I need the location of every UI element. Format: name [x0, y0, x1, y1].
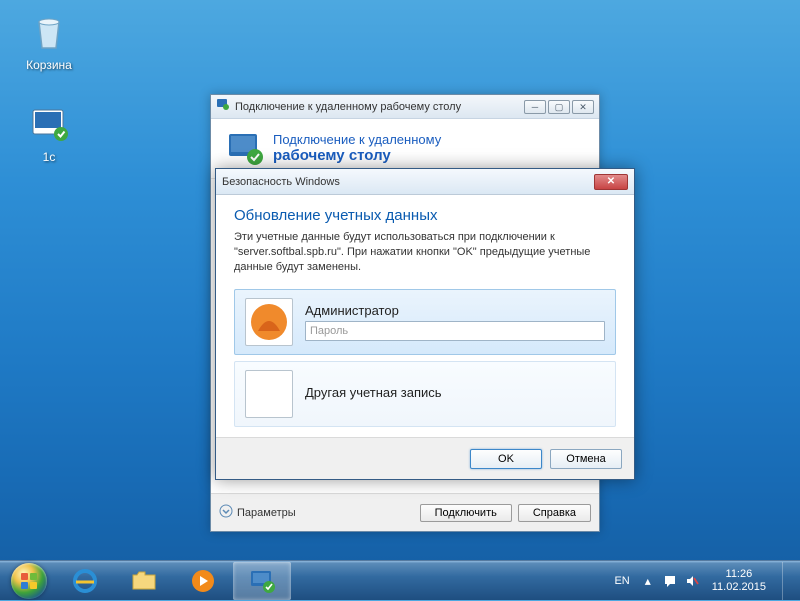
- taskbar-item-explorer[interactable]: [115, 562, 173, 600]
- desktop-icon-recycle-bin[interactable]: Корзина: [12, 8, 86, 72]
- clock[interactable]: 11:26 11.02.2015: [706, 568, 772, 592]
- clock-date: 11.02.2015: [712, 581, 766, 593]
- desktop-icon-label: 1c: [12, 150, 86, 164]
- rdp-window-title: Подключение к удаленному рабочему столу: [235, 101, 519, 113]
- folder-icon: [130, 567, 158, 595]
- language-indicator[interactable]: EN: [610, 573, 633, 589]
- rdp-header-line1: Подключение к удаленному: [273, 132, 441, 148]
- rdp-help-button[interactable]: Справка: [518, 504, 591, 522]
- ie-icon: [71, 567, 99, 595]
- minimize-button[interactable]: ─: [524, 100, 546, 114]
- close-button[interactable]: ✕: [594, 174, 628, 190]
- rdp-header-line2: рабочему столу: [273, 147, 441, 165]
- rdp-options-label: Параметры: [237, 507, 296, 519]
- credential-list: Администратор Другая учетная запись: [234, 289, 616, 427]
- security-titlebar[interactable]: Безопасность Windows ✕: [216, 169, 634, 195]
- tray-chevron-icon[interactable]: ▴: [640, 573, 656, 589]
- recycle-bin-icon: [25, 8, 73, 56]
- clock-time: 11:26: [712, 568, 766, 580]
- close-button[interactable]: ✕: [572, 100, 594, 114]
- security-dialog: Безопасность Windows ✕ Обновление учетны…: [215, 168, 635, 480]
- rdp-header-icon: [225, 129, 265, 169]
- maximize-button[interactable]: ▢: [548, 100, 570, 114]
- security-description: Эти учетные данные будут использоваться …: [234, 230, 616, 275]
- security-heading: Обновление учетных данных: [234, 207, 616, 224]
- taskbar-item-rdp[interactable]: [233, 562, 291, 600]
- credential-name: Другая учетная запись: [305, 385, 605, 400]
- rdp-icon: [247, 566, 277, 596]
- rdp-options-toggle[interactable]: Параметры: [219, 504, 296, 521]
- expand-down-icon: [219, 504, 233, 521]
- rdp-footer: Параметры Подключить Справка: [211, 493, 599, 531]
- start-button[interactable]: [2, 561, 56, 601]
- taskbar: EN ▴ 11:26 11.02.2015: [0, 560, 800, 600]
- security-body: Обновление учетных данных Эти учетные да…: [216, 195, 634, 441]
- avatar-blank: [245, 370, 293, 418]
- system-tray: EN ▴ 11:26 11.02.2015: [610, 561, 800, 600]
- windows-logo-icon: [11, 563, 47, 599]
- avatar: [245, 298, 293, 346]
- desktop-icon-label: Корзина: [12, 58, 86, 72]
- credential-administrator[interactable]: Администратор: [234, 289, 616, 355]
- taskbar-item-ie[interactable]: [56, 562, 114, 600]
- taskbar-item-wmp[interactable]: [174, 562, 232, 600]
- media-player-icon: [189, 567, 217, 595]
- security-dialog-title: Безопасность Windows: [222, 176, 594, 188]
- action-center-icon[interactable]: [662, 573, 678, 589]
- credential-other-account[interactable]: Другая учетная запись: [234, 361, 616, 427]
- ok-button[interactable]: OK: [470, 449, 542, 469]
- rdp-icon: [216, 97, 230, 116]
- rdp-titlebar[interactable]: Подключение к удаленному рабочему столу …: [211, 95, 599, 119]
- cancel-button[interactable]: Отмена: [550, 449, 622, 469]
- rdp-connect-button[interactable]: Подключить: [420, 504, 512, 522]
- security-footer: OK Отмена: [216, 437, 634, 479]
- app-1c-icon: [25, 100, 73, 148]
- password-input[interactable]: [305, 321, 605, 341]
- show-desktop-button[interactable]: [782, 562, 794, 600]
- desktop-icon-1c[interactable]: 1c: [12, 100, 86, 164]
- volume-icon[interactable]: [684, 573, 700, 589]
- taskbar-items: [56, 561, 291, 600]
- credential-name: Администратор: [305, 303, 605, 318]
